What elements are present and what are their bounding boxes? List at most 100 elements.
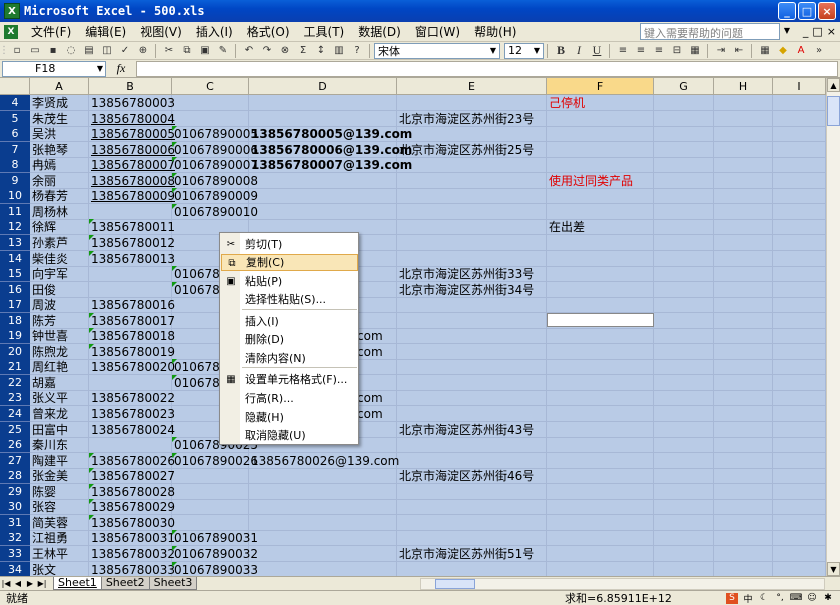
- save-icon[interactable]: ▪: [45, 43, 61, 59]
- column-header-h[interactable]: H: [714, 78, 773, 95]
- cell-b19[interactable]: 13856780018: [89, 328, 175, 344]
- cell-d20[interactable]: com: [355, 344, 383, 360]
- cell-a7[interactable]: 张艳琴: [30, 142, 68, 158]
- cell-b33[interactable]: 13856780032: [89, 546, 175, 562]
- row-header[interactable]: 19: [0, 328, 30, 344]
- row-header[interactable]: 15: [0, 266, 30, 282]
- horizontal-scrollbar[interactable]: [420, 578, 825, 590]
- cell-e7[interactable]: 北京市海淀区苏州街25号: [397, 142, 534, 158]
- context-menu-item[interactable]: 取消隐藏(U): [221, 427, 358, 444]
- ime-punct-icon[interactable]: °,: [774, 593, 786, 604]
- font-name-select[interactable]: 宋体 ▼: [374, 42, 500, 59]
- cell-a29[interactable]: 陈婴: [30, 484, 56, 500]
- cell-b21[interactable]: 13856780020: [89, 359, 175, 375]
- cell-c34[interactable]: 01067890033: [172, 562, 258, 576]
- cell-a28[interactable]: 张金美: [30, 468, 68, 484]
- menu-edit[interactable]: 编辑(E): [78, 23, 133, 40]
- cell-b28[interactable]: 13856780027: [89, 468, 175, 484]
- cell-d8[interactable]: 13856780007@139.com: [249, 157, 412, 173]
- row-header[interactable]: 20: [0, 344, 30, 360]
- tab-sheet1[interactable]: Sheet1: [53, 577, 102, 590]
- column-header-g[interactable]: G: [654, 78, 714, 95]
- cell-a27[interactable]: 陶建平: [30, 453, 68, 469]
- menu-help[interactable]: 帮助(H): [467, 23, 523, 40]
- fill-color-icon[interactable]: ◆: [775, 43, 791, 59]
- spreadsheet-grid[interactable]: A B C D E F G H I 4 李贤成 13856780003 己停机 5 朱茂生 138567800…: [0, 78, 826, 576]
- cell-a15[interactable]: 向宇军: [30, 266, 68, 282]
- align-right-icon[interactable]: ≡: [651, 43, 667, 59]
- hscroll-thumb[interactable]: [435, 579, 475, 589]
- bold-button[interactable]: B: [553, 43, 569, 59]
- cell-a20[interactable]: 陈煦龙: [30, 344, 68, 360]
- cell-c11[interactable]: 01067890010: [172, 204, 258, 220]
- format-painter-icon[interactable]: ✎: [215, 43, 231, 59]
- spelling-icon[interactable]: ✓: [117, 43, 133, 59]
- cell-b9[interactable]: 13856780008: [89, 173, 175, 189]
- chevron-down-icon[interactable]: ▼: [784, 26, 790, 35]
- column-header-b[interactable]: B: [89, 78, 172, 95]
- cell-d7[interactable]: 13856780006@139.com: [249, 142, 412, 158]
- row-header[interactable]: 13: [0, 235, 30, 251]
- ime-tools-icon[interactable]: ✱: [822, 593, 834, 604]
- cell-e5[interactable]: 北京市海淀区苏州街23号: [397, 111, 534, 127]
- row-header[interactable]: 9: [0, 173, 30, 189]
- tab-sheet2[interactable]: Sheet2: [100, 577, 150, 590]
- copy-icon[interactable]: ⧉: [179, 43, 195, 59]
- cell-a9[interactable]: 余丽: [30, 173, 56, 189]
- cell-b27[interactable]: 13856780026: [89, 453, 175, 469]
- cell-a18[interactable]: 陈芳: [30, 313, 56, 329]
- font-color-icon[interactable]: A: [793, 43, 809, 59]
- cell-a12[interactable]: 徐辉: [30, 219, 56, 235]
- row-header[interactable]: 14: [0, 251, 30, 267]
- context-menu-item[interactable]: 行高(R)...: [221, 390, 358, 407]
- cell-c32[interactable]: 01067890031: [172, 530, 258, 546]
- column-header-d[interactable]: D: [249, 78, 397, 95]
- help-icon[interactable]: ?: [349, 43, 365, 59]
- column-header-a[interactable]: A: [30, 78, 89, 95]
- row-header[interactable]: 6: [0, 126, 30, 142]
- tab-sheet3[interactable]: Sheet3: [148, 577, 198, 590]
- cell-b14[interactable]: 13856780013: [89, 251, 175, 267]
- currency-icon[interactable]: ▦: [687, 43, 703, 59]
- cell-f4[interactable]: 己停机: [547, 95, 585, 111]
- cell-e16[interactable]: 北京市海淀区苏州街34号: [397, 282, 534, 298]
- context-menu-item[interactable]: 隐藏(H): [221, 409, 358, 426]
- cell-a8[interactable]: 冉嫣: [30, 157, 56, 173]
- indent-icon[interactable]: ⇥: [713, 43, 729, 59]
- cell-f12[interactable]: 在出差: [547, 219, 585, 235]
- context-menu-item[interactable]: 删除(D): [221, 331, 358, 348]
- cell-e28[interactable]: 北京市海淀区苏州街46号: [397, 468, 534, 484]
- cell-b29[interactable]: 13856780028: [89, 484, 175, 500]
- cell-a30[interactable]: 张容: [30, 499, 56, 515]
- row-header[interactable]: 8: [0, 157, 30, 173]
- row-header[interactable]: 27: [0, 453, 30, 469]
- underline-button[interactable]: U: [589, 43, 605, 59]
- context-menu-item[interactable]: ⧉ 复制(C): [221, 254, 358, 271]
- context-menu-item[interactable]: 插入(I): [221, 313, 358, 330]
- help-search-input[interactable]: 键入需要帮助的问题: [640, 23, 780, 40]
- undo-icon[interactable]: ↶: [241, 43, 257, 59]
- row-header[interactable]: 25: [0, 422, 30, 438]
- new-icon[interactable]: ▫: [9, 43, 25, 59]
- menu-window[interactable]: 窗口(W): [408, 23, 467, 40]
- cell-c9[interactable]: 01067890008: [172, 173, 258, 189]
- cell-a14[interactable]: 柴佳炎: [30, 251, 68, 267]
- print-icon[interactable]: ▤: [81, 43, 97, 59]
- cell-a19[interactable]: 钟世喜: [30, 328, 68, 344]
- cell-b31[interactable]: 13856780030: [89, 515, 175, 531]
- open-icon[interactable]: ▭: [27, 43, 43, 59]
- row-header[interactable]: 17: [0, 297, 30, 313]
- cell-b5[interactable]: 13856780004: [89, 111, 175, 127]
- cut-icon[interactable]: ✂: [161, 43, 177, 59]
- cell-a26[interactable]: 秦川东: [30, 437, 68, 453]
- column-header-c[interactable]: C: [172, 78, 249, 95]
- cell-b23[interactable]: 13856780022: [89, 390, 175, 406]
- toolbar-options-icon[interactable]: »: [811, 43, 827, 59]
- cell-a33[interactable]: 王林平: [30, 546, 68, 562]
- row-header[interactable]: 10: [0, 188, 30, 204]
- cell-b25[interactable]: 13856780024: [89, 422, 175, 438]
- column-header-f[interactable]: F: [547, 78, 654, 95]
- row-header[interactable]: 23: [0, 390, 30, 406]
- cell-b32[interactable]: 13856780031: [89, 530, 175, 546]
- align-left-icon[interactable]: ≡: [615, 43, 631, 59]
